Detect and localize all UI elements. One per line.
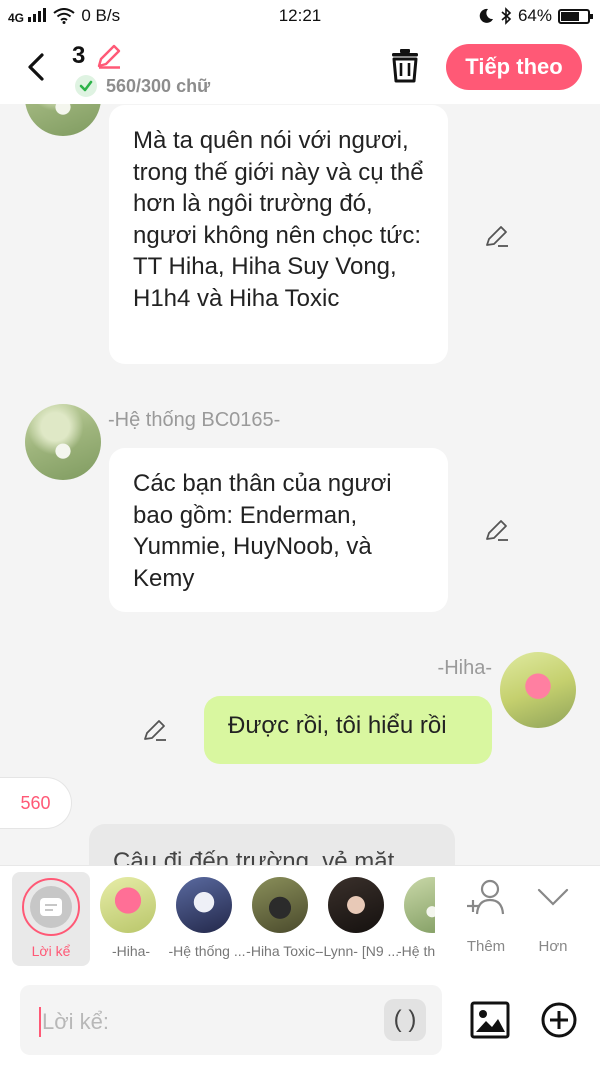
sender-name: -Hiha- bbox=[437, 657, 492, 679]
check-icon bbox=[75, 75, 97, 97]
character-item[interactable]: -Hệ thống ... bbox=[168, 866, 246, 966]
moon-icon bbox=[479, 8, 493, 23]
character-avatar bbox=[252, 877, 308, 933]
message-input[interactable]: Lời kể: ( ) bbox=[20, 985, 442, 1055]
character-item[interactable]: -Hiha- bbox=[93, 866, 169, 966]
chevron-down-icon bbox=[537, 888, 569, 906]
add-person-icon bbox=[467, 879, 505, 915]
character-name: -Hiha Toxic- bbox=[246, 943, 320, 959]
add-character-label: Thêm bbox=[466, 938, 506, 955]
narrator-label: Lời kể bbox=[31, 943, 71, 959]
status-right: 64% bbox=[478, 6, 593, 26]
message-text: Cậu đi đến trường, vẻ mặt bbox=[113, 848, 395, 865]
avatar-hiha[interactable] bbox=[500, 652, 576, 728]
character-avatar bbox=[176, 877, 232, 933]
narrator-avatar bbox=[30, 886, 72, 928]
character-avatar bbox=[100, 877, 156, 933]
character-name: -Hiha- bbox=[111, 943, 151, 959]
delete-trash-icon[interactable] bbox=[388, 48, 422, 84]
avatar-system[interactable] bbox=[25, 404, 101, 480]
edit-message-pencil-icon[interactable] bbox=[141, 716, 169, 744]
back-button[interactable] bbox=[22, 50, 52, 84]
word-count: 560/300 chữ bbox=[106, 76, 211, 96]
count-badge[interactable]: 560 bbox=[0, 777, 72, 829]
edit-message-pencil-icon[interactable] bbox=[483, 516, 511, 544]
character-bar: Lời kể -Hiha- -Hệ thống ... -Hiha Toxic-… bbox=[0, 865, 600, 973]
more-button[interactable]: Hơn bbox=[523, 876, 583, 966]
battery-icon bbox=[558, 8, 593, 24]
editor-header: 3 560/300 chữ Tiếp theo bbox=[0, 32, 600, 104]
character-item[interactable]: -Hệ th bbox=[397, 866, 435, 966]
message-bubble-own[interactable]: Được rồi, tôi hiểu rồi bbox=[204, 696, 492, 764]
edit-message-pencil-icon[interactable] bbox=[483, 222, 511, 250]
more-label: Hơn bbox=[538, 938, 568, 955]
edit-title-pencil-icon[interactable] bbox=[95, 42, 123, 70]
avatar-system[interactable] bbox=[25, 104, 101, 136]
insert-image-icon[interactable] bbox=[470, 1001, 510, 1039]
message-icon bbox=[40, 898, 62, 916]
chat-area[interactable]: Mà ta quên nói với ngươi, trong thế giới… bbox=[0, 104, 600, 865]
sender-name: -Hệ thống BC0165- bbox=[108, 409, 281, 431]
message-text: Các bạn thân của ngươi bao gồm: Enderman… bbox=[133, 470, 392, 592]
message-bubble[interactable]: Mà ta quên nói với ngươi, trong thế giới… bbox=[109, 105, 448, 364]
message-text: Mà ta quên nói với ngươi, trong thế giới… bbox=[133, 127, 424, 312]
message-text: Được rồi, tôi hiểu rồi bbox=[228, 712, 447, 739]
bluetooth-icon bbox=[501, 7, 512, 25]
chapter-number[interactable]: 3 bbox=[72, 42, 85, 70]
narration-bubble[interactable]: Cậu đi đến trường, vẻ mặt bbox=[89, 824, 455, 865]
message-bubble[interactable]: Các bạn thân của ngươi bao gồm: Enderman… bbox=[109, 448, 448, 612]
character-item[interactable]: -Hiha Toxic- bbox=[245, 866, 321, 966]
character-avatar bbox=[328, 877, 384, 933]
parentheses-button[interactable]: ( ) bbox=[384, 999, 426, 1041]
add-plus-icon[interactable] bbox=[540, 1001, 578, 1039]
next-button[interactable]: Tiếp theo bbox=[446, 44, 582, 90]
input-placeholder: Lời kể: bbox=[42, 1009, 110, 1034]
battery-fill bbox=[561, 11, 579, 21]
narrator-selector[interactable]: Lời kể bbox=[12, 872, 90, 966]
character-name: -Hệ th bbox=[397, 943, 435, 959]
composer-bar: Lời kể: ( ) bbox=[0, 973, 600, 1067]
text-caret bbox=[39, 1007, 41, 1037]
character-name: -Lynn- [N9 ... bbox=[318, 943, 400, 959]
character-avatar bbox=[404, 877, 435, 933]
character-name: -Hệ thống ... bbox=[168, 943, 246, 959]
add-character-button[interactable]: Thêm bbox=[456, 876, 516, 966]
character-item[interactable]: -Lynn- [N9 ... bbox=[319, 866, 399, 966]
battery-percent: 64% bbox=[517, 6, 552, 25]
narrator-ring bbox=[22, 878, 80, 936]
status-bar: 4G 0 B/s 12:21 64% bbox=[0, 0, 600, 32]
